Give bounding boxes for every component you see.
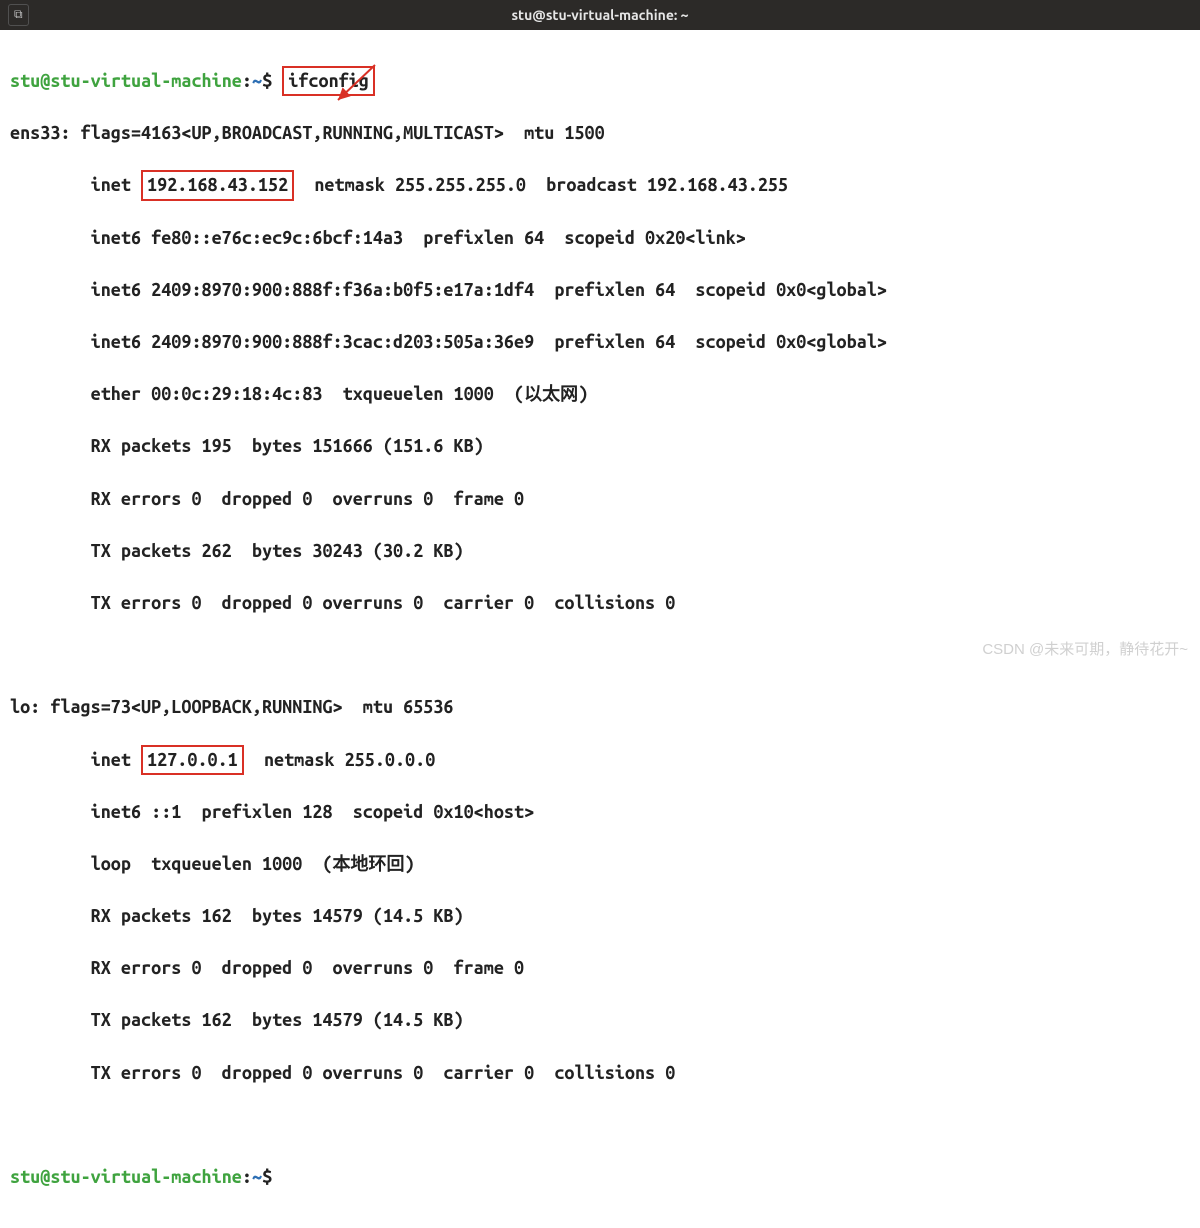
- ens33-tx-errors: TX errors 0 dropped 0 overruns 0 carrier…: [10, 590, 1190, 616]
- window-titlebar: ⧉ stu@stu-virtual-machine: ~: [0, 0, 1200, 30]
- prompt2-dollar: $: [262, 1167, 272, 1187]
- prompt-user: stu: [10, 71, 40, 91]
- lo-rx-errors: RX errors 0 dropped 0 overruns 0 frame 0: [10, 955, 1190, 981]
- ens33-inet6-2: inet6 2409:8970:900:888f:f36a:b0f5:e17a:…: [10, 277, 1190, 303]
- ens33-header: ens33: flags=4163<UP,BROADCAST,RUNNING,M…: [10, 120, 1190, 146]
- lo-inet-suffix: netmask 255.0.0.0: [244, 750, 436, 770]
- lo-inet6: inet6 ::1 prefixlen 128 scopeid 0x10<hos…: [10, 799, 1190, 825]
- prompt2-colon: :: [242, 1167, 252, 1187]
- window-title: stu@stu-virtual-machine: ~: [511, 5, 688, 25]
- blank-2: [10, 1112, 1190, 1138]
- ens33-inet-prefix: inet: [10, 175, 141, 195]
- terminal-output[interactable]: stu@stu-virtual-machine:~$ ifconfig ens3…: [0, 30, 1200, 1228]
- ens33-ether: ether 00:0c:29:18:4c:83 txqueuelen 1000 …: [10, 381, 1190, 407]
- lo-ip-text: 127.0.0.1: [147, 750, 238, 770]
- prompt-at: @: [40, 71, 50, 91]
- ens33-tx-packets: TX packets 262 bytes 30243 (30.2 KB): [10, 538, 1190, 564]
- ens33-rx-errors: RX errors 0 dropped 0 overruns 0 frame 0: [10, 486, 1190, 512]
- prompt2-path: ~: [252, 1167, 262, 1187]
- watermark-text: CSDN @未来可期，静待花开~: [982, 639, 1188, 661]
- prompt-dollar: $: [262, 71, 272, 91]
- prompt-line-2: stu@stu-virtual-machine:~$: [10, 1164, 1190, 1190]
- command-text: ifconfig: [288, 71, 369, 91]
- lo-ip-highlight-box: 127.0.0.1: [141, 745, 244, 775]
- prompt2-at: @: [40, 1167, 50, 1187]
- lo-header: lo: flags=73<UP,LOOPBACK,RUNNING> mtu 65…: [10, 694, 1190, 720]
- prompt2-host: stu-virtual-machine: [50, 1167, 242, 1187]
- lo-tx-errors: TX errors 0 dropped 0 overruns 0 carrier…: [10, 1060, 1190, 1086]
- ens33-ip-highlight-box: 192.168.43.152: [141, 170, 294, 200]
- prompt-host: stu-virtual-machine: [50, 71, 242, 91]
- lo-rx-packets: RX packets 162 bytes 14579 (14.5 KB): [10, 903, 1190, 929]
- prompt-colon: :: [242, 71, 252, 91]
- lo-loop: loop txqueuelen 1000 (本地环回): [10, 851, 1190, 877]
- prompt-path: ~: [252, 71, 262, 91]
- new-tab-icon[interactable]: ⧉: [8, 4, 29, 25]
- ens33-inet6-1: inet6 fe80::e76c:ec9c:6bcf:14a3 prefixle…: [10, 225, 1190, 251]
- lo-inet-line: inet 127.0.0.1 netmask 255.0.0.0: [10, 747, 1190, 773]
- ens33-inet6-3: inet6 2409:8970:900:888f:3cac:d203:505a:…: [10, 329, 1190, 355]
- ens33-ip-text: 192.168.43.152: [147, 175, 288, 195]
- prompt2-user: stu: [10, 1167, 40, 1187]
- ens33-rx-packets: RX packets 195 bytes 151666 (151.6 KB): [10, 433, 1190, 459]
- lo-inet-prefix: inet: [10, 750, 141, 770]
- lo-tx-packets: TX packets 162 bytes 14579 (14.5 KB): [10, 1007, 1190, 1033]
- prompt-line-1: stu@stu-virtual-machine:~$ ifconfig: [10, 68, 1190, 94]
- ens33-inet-suffix: netmask 255.255.255.0 broadcast 192.168.…: [294, 175, 788, 195]
- command-highlight-box: ifconfig: [282, 66, 375, 96]
- ens33-inet-line: inet 192.168.43.152 netmask 255.255.255.…: [10, 172, 1190, 198]
